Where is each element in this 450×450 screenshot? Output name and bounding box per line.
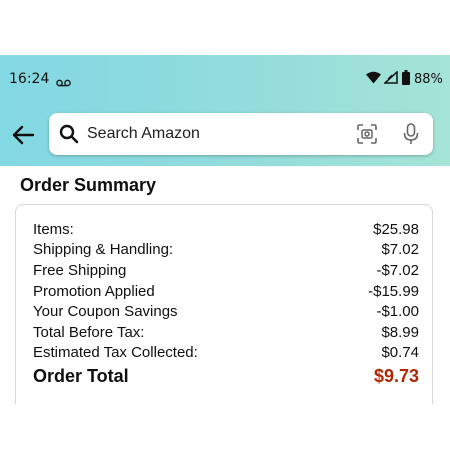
battery-icon (402, 70, 410, 90)
summary-label: Promotion Applied (33, 282, 155, 300)
summary-value: $8.99 (381, 323, 419, 341)
summary-row-items: Items: $25.98 (33, 219, 419, 240)
search-input[interactable] (87, 113, 347, 155)
summary-row-promotion: Promotion Applied -$15.99 (33, 281, 419, 302)
status-bar: 16:24 88% (0, 55, 450, 105)
summary-row-total-before-tax: Total Before Tax: $8.99 (33, 322, 419, 343)
summary-row-coupon: Your Coupon Savings -$1.00 (33, 301, 419, 322)
summary-label: Total Before Tax: (33, 323, 145, 341)
summary-label: Estimated Tax Collected: (33, 344, 198, 362)
summary-label: Items: (33, 220, 74, 238)
order-total-value: $9.73 (373, 365, 419, 386)
order-total-label: Order Total (33, 365, 129, 386)
summary-value: -$7.02 (376, 261, 419, 279)
summary-row-free-shipping: Free Shipping -$7.02 (33, 260, 419, 281)
summary-value: $0.74 (381, 344, 419, 362)
voicemail-icon (56, 74, 71, 92)
app-header: 16:24 88% (0, 55, 450, 166)
order-summary-card: Items: $25.98 Shipping & Handling: $7.02… (15, 204, 433, 404)
summary-label: Free Shipping (33, 261, 127, 279)
camera-icon[interactable] (357, 124, 377, 149)
order-summary-title: Order Summary (20, 175, 157, 195)
summary-list: Items: $25.98 Shipping & Handling: $7.02… (33, 219, 419, 388)
back-button[interactable] (9, 121, 37, 149)
signal-icon (383, 70, 398, 89)
summary-row-tax: Estimated Tax Collected: $0.74 (33, 343, 419, 364)
summary-value: $7.02 (381, 241, 419, 259)
summary-value: -$15.99 (368, 282, 419, 300)
summary-value: $25.98 (373, 220, 419, 238)
summary-label: Shipping & Handling: (33, 241, 174, 259)
summary-label: Your Coupon Savings (33, 303, 178, 321)
summary-row-shipping: Shipping & Handling: $7.02 (33, 240, 419, 261)
battery-percentage: 88% (414, 72, 443, 87)
order-total-row: Order Total $9.73 (33, 364, 419, 388)
arrow-left-icon (12, 125, 35, 145)
status-time: 16:24 (9, 71, 50, 87)
search-bar[interactable] (49, 113, 433, 155)
mic-icon[interactable] (403, 123, 419, 150)
search-icon (59, 124, 79, 149)
summary-value: -$1.00 (376, 303, 419, 321)
wifi-icon (366, 71, 381, 89)
